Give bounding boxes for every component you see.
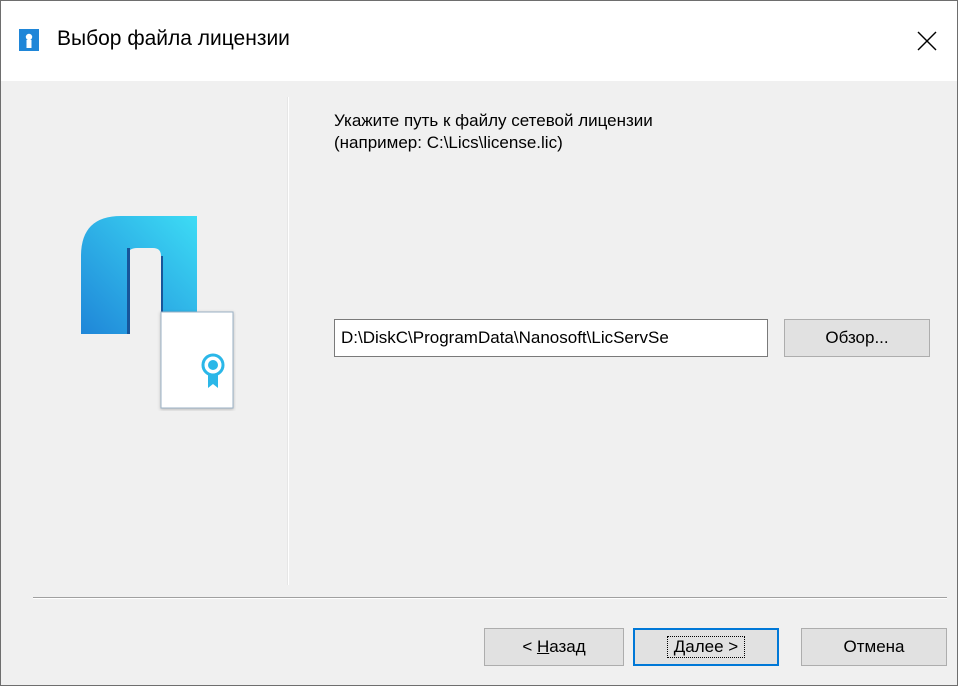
back-prefix: < (522, 637, 537, 656)
title-bar[interactable]: Выбор файла лицензии (1, 1, 957, 81)
license-app-icon (19, 29, 39, 51)
back-rest: азад (549, 637, 586, 656)
back-button-label: < Назад (522, 637, 585, 657)
browse-button[interactable]: Обзор... (784, 319, 930, 357)
horizontal-divider (33, 597, 947, 599)
license-file-dialog: Выбор файла лицензии Укажите путь к файл… (0, 0, 958, 686)
next-button-label: Далее > (666, 636, 746, 658)
instruction-line-2: (например: C:\Lics\license.lic) (334, 133, 563, 152)
back-button[interactable]: < Назад (484, 628, 624, 666)
next-button[interactable]: Далее > (633, 628, 779, 666)
cancel-button[interactable]: Отмена (801, 628, 947, 666)
license-logo-icon (81, 216, 234, 409)
license-path-input[interactable] (334, 319, 768, 357)
browse-button-label: Обзор... (825, 328, 889, 347)
close-button[interactable] (897, 1, 957, 81)
instruction-line-1: Укажите путь к файлу сетевой лицензии (334, 111, 653, 130)
close-icon (917, 31, 937, 51)
next-rest: алее > (685, 637, 739, 656)
next-mnemonic: Д (673, 637, 686, 656)
window-title: Выбор файла лицензии (57, 27, 290, 50)
cancel-button-label: Отмена (843, 637, 905, 656)
dialog-body: Укажите путь к файлу сетевой лицензии (н… (1, 81, 957, 685)
back-mnemonic: Н (536, 637, 550, 656)
instruction-text: Укажите путь к файлу сетевой лицензии (н… (334, 110, 653, 154)
vertical-divider (287, 97, 289, 585)
